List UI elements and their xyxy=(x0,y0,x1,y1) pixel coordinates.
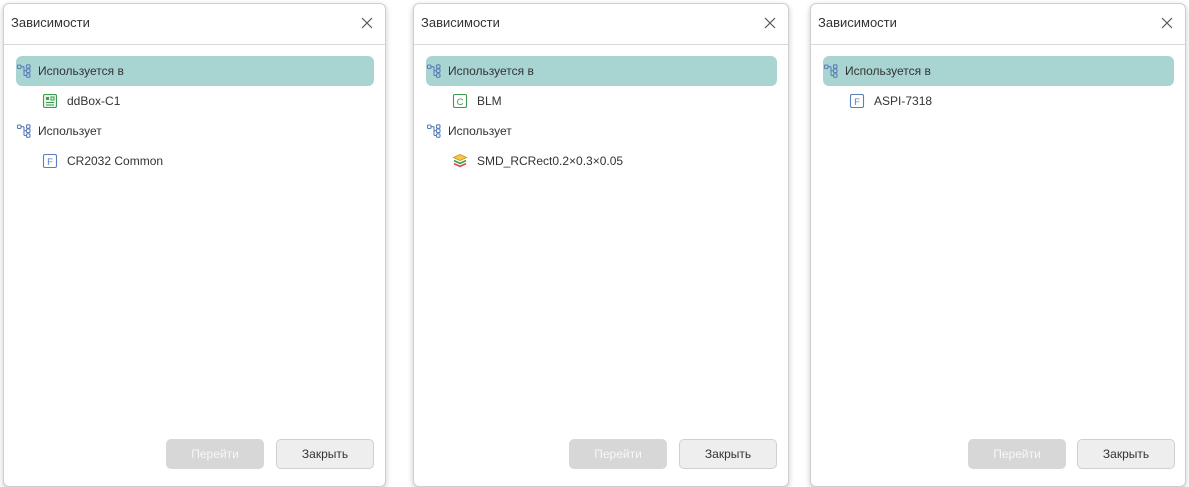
close-button[interactable]: Закрыть xyxy=(1077,439,1175,469)
hierarchy-icon xyxy=(16,64,31,78)
tree-item-label: BLM xyxy=(477,94,502,108)
form-f-icon: F xyxy=(849,93,865,109)
tree-group-used-in[interactable]: Используется в xyxy=(16,56,374,86)
tree-group-label: Используется в xyxy=(448,64,534,78)
dialog-titlebar: Зависимости xyxy=(4,4,385,45)
tree-group-uses[interactable]: Использует xyxy=(16,116,374,146)
tree-item-cr2032-common[interactable]: F CR2032 Common xyxy=(16,146,374,176)
dependency-tree: Используется в F ASPI-7318 xyxy=(823,56,1174,116)
hierarchy-icon xyxy=(426,64,441,78)
close-button[interactable]: Закрыть xyxy=(679,439,777,469)
tree-group-label: Использует xyxy=(38,124,102,138)
board-icon xyxy=(42,93,58,109)
svg-text:F: F xyxy=(854,97,860,108)
close-icon[interactable] xyxy=(1159,15,1175,31)
tree-group-label: Использует xyxy=(448,124,512,138)
dependencies-dialog-2: Зависимости Используется в C BLM Использ… xyxy=(413,3,789,487)
svg-text:F: F xyxy=(47,157,53,168)
dialog-titlebar: Зависимости xyxy=(414,4,788,45)
close-icon[interactable] xyxy=(359,15,375,31)
tree-item-aspi-7318[interactable]: F ASPI-7318 xyxy=(823,86,1174,116)
close-button[interactable]: Закрыть xyxy=(276,439,374,469)
tree-group-used-in[interactable]: Используется в xyxy=(823,56,1174,86)
dependencies-dialog-3: Зависимости Используется в F ASPI-7318 П… xyxy=(810,3,1186,487)
dependency-tree: Используется в C BLM Использует SMD_RCRe… xyxy=(426,56,777,176)
dependencies-dialog-1: Зависимости Используется в ddBox-C1 Испо… xyxy=(3,3,386,487)
go-to-button[interactable]: Перейти xyxy=(968,439,1066,469)
tree-item-blm[interactable]: C BLM xyxy=(426,86,777,116)
tree-item-label: ASPI-7318 xyxy=(874,94,933,108)
close-icon[interactable] xyxy=(762,15,778,31)
hierarchy-icon xyxy=(16,124,31,138)
tree-group-used-in[interactable]: Используется в xyxy=(426,56,777,86)
svg-text:C: C xyxy=(457,97,464,108)
component-c-icon: C xyxy=(452,93,468,109)
go-to-button[interactable]: Перейти xyxy=(166,439,264,469)
dependency-tree: Используется в ddBox-C1 Использует F CR2… xyxy=(16,56,374,176)
tree-group-label: Используется в xyxy=(845,64,931,78)
hierarchy-icon xyxy=(426,124,441,138)
tree-group-label: Используется в xyxy=(38,64,124,78)
dialog-title: Зависимости xyxy=(818,15,897,30)
tree-group-uses[interactable]: Использует xyxy=(426,116,777,146)
layers-icon xyxy=(452,154,468,168)
go-to-button[interactable]: Перейти xyxy=(569,439,667,469)
form-f-icon: F xyxy=(42,153,58,169)
tree-item-smd-rcrect[interactable]: SMD_RCRect0.2×0.3×0.05 xyxy=(426,146,777,176)
tree-item-ddbox-c1[interactable]: ddBox-C1 xyxy=(16,86,374,116)
dialog-title: Зависимости xyxy=(11,15,90,30)
tree-item-label: ddBox-C1 xyxy=(67,94,121,108)
hierarchy-icon xyxy=(823,64,838,78)
dialog-titlebar: Зависимости xyxy=(811,4,1185,45)
tree-item-label: SMD_RCRect0.2×0.3×0.05 xyxy=(477,154,624,168)
tree-item-label: CR2032 Common xyxy=(67,154,164,168)
dialog-title: Зависимости xyxy=(421,15,500,30)
